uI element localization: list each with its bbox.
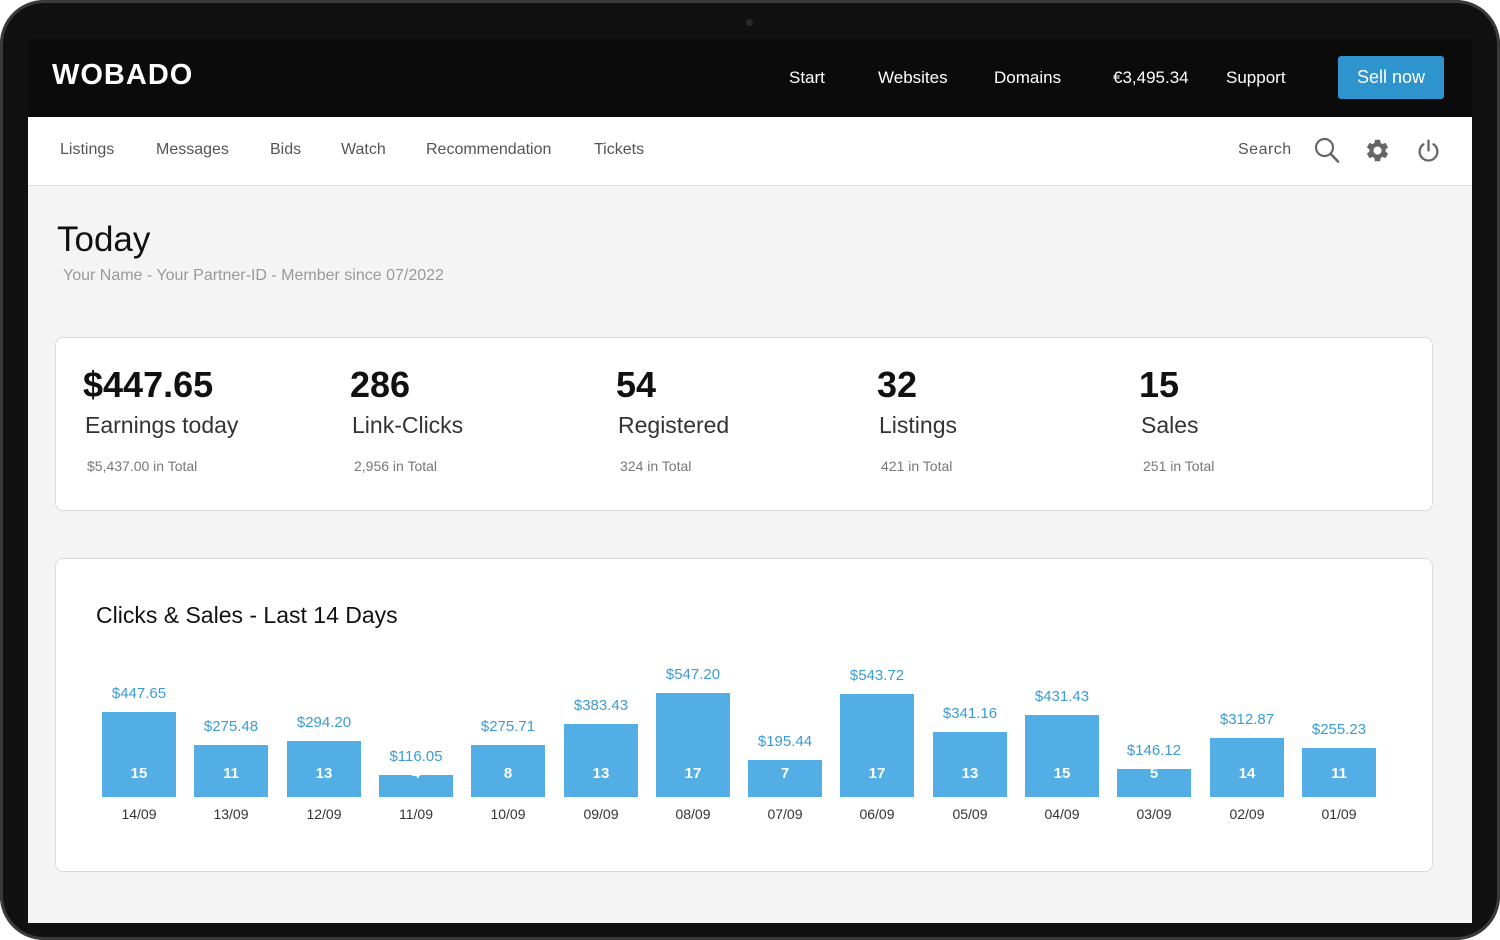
- bar-value-label: $195.44: [757, 733, 813, 750]
- stat-label: Link-Clicks: [352, 412, 464, 438]
- bar-value-label: $116.05: [389, 748, 443, 765]
- stat-total: 2,956 in Total: [354, 458, 438, 474]
- nav-websites[interactable]: Websites: [878, 68, 948, 88]
- search-icon[interactable]: [1314, 137, 1340, 164]
- logo[interactable]: WOBADO: [52, 59, 193, 92]
- subnav-messages[interactable]: Messages: [156, 141, 229, 159]
- camera-dot: [746, 19, 753, 26]
- bar-count-label: 5: [1149, 765, 1159, 782]
- nav-balance[interactable]: €3,495.34: [1113, 68, 1189, 88]
- subnav-watch[interactable]: Watch: [341, 141, 386, 159]
- bar-date-label: 13/09: [213, 806, 249, 822]
- stat-value: 32: [877, 364, 918, 405]
- bar-count-label: 15: [1053, 765, 1071, 782]
- subnav-recommendation[interactable]: Recommendation: [426, 141, 551, 159]
- sub-nav-bar: Listings Messages Bids Watch Recommendat…: [28, 117, 1472, 186]
- bar-value-label: $447.65: [111, 685, 167, 702]
- nav-domains[interactable]: Domains: [994, 68, 1061, 88]
- nav-start[interactable]: Start: [789, 68, 825, 88]
- screen: WOBADO Start Websites Domains €3,495.34 …: [28, 39, 1472, 923]
- bar-date-label: 03/09: [1136, 806, 1172, 822]
- device-frame: WOBADO Start Websites Domains €3,495.34 …: [0, 0, 1500, 940]
- stat-total: $5,437.00 in Total: [87, 458, 198, 474]
- bar-value-label: $294.20: [296, 714, 352, 731]
- stat-value: 54: [616, 364, 657, 405]
- subnav-tickets[interactable]: Tickets: [594, 141, 644, 159]
- bar-date-label: 07/09: [767, 806, 803, 822]
- subnav-bids[interactable]: Bids: [270, 141, 301, 159]
- bar-date-label: 08/09: [675, 806, 711, 822]
- top-bar: WOBADO Start Websites Domains €3,495.34 …: [28, 39, 1472, 117]
- bar-value-label: $146.12: [1126, 742, 1182, 759]
- page-subtitle: Your Name - Your Partner-ID - Member sin…: [63, 267, 444, 284]
- bar-date-label: 12/09: [306, 806, 342, 822]
- nav-support[interactable]: Support: [1226, 68, 1286, 88]
- stat-label: Registered: [618, 412, 730, 438]
- bar-date-label: 02/09: [1229, 806, 1265, 822]
- stat-value: 286: [350, 364, 411, 405]
- bar-count-label: 15: [130, 765, 148, 782]
- bar-date-label: 05/09: [952, 806, 988, 822]
- sell-now-button[interactable]: Sell now: [1338, 56, 1444, 99]
- bar-count-label: 13: [315, 765, 333, 782]
- gear-icon[interactable]: [1364, 137, 1391, 164]
- bar-value-label: $312.87: [1219, 711, 1275, 728]
- bar-value-label: $275.48: [203, 718, 259, 735]
- chart-title: Clicks & Sales - Last 14 Days: [96, 602, 398, 628]
- bar-count-label: 8: [503, 765, 513, 782]
- bar-value-label: $547.20: [665, 666, 721, 683]
- chart-bar[interactable]: [1025, 715, 1099, 797]
- bar-count-label: 11: [1331, 765, 1347, 782]
- stats-card: $447.65 Earnings today $5,437.00 in Tota…: [55, 337, 1433, 511]
- bar-date-label: 09/09: [583, 806, 619, 822]
- chart-bar[interactable]: [102, 712, 176, 797]
- bar-count-label: 13: [592, 765, 610, 782]
- page-title: Today: [57, 220, 151, 259]
- stat-label: Sales: [1141, 412, 1199, 438]
- bar-value-label: $383.43: [573, 697, 629, 714]
- bar-value-label: $341.16: [942, 705, 998, 722]
- bar-value-label: $275.71: [480, 718, 536, 735]
- power-icon[interactable]: [1416, 138, 1441, 164]
- stat-value: $447.65: [83, 364, 214, 405]
- stat-total: 251 in Total: [1143, 458, 1215, 474]
- stat-label: Listings: [879, 412, 957, 438]
- stat-label: Earnings today: [85, 412, 239, 438]
- bar-date-label: 04/09: [1044, 806, 1080, 822]
- bar-date-label: 10/09: [490, 806, 526, 822]
- stat-total: 324 in Total: [620, 458, 692, 474]
- stat-value: 15: [1139, 364, 1180, 405]
- bar-count-label: 17: [684, 765, 702, 782]
- bar-count-label: 13: [961, 765, 979, 782]
- bar-value-label: $543.72: [849, 667, 905, 684]
- stat-total: 421 in Total: [881, 458, 953, 474]
- bar-date-label: 06/09: [859, 806, 895, 822]
- chart-card: Clicks & Sales - Last 14 Days $447.65 15 1…: [55, 558, 1433, 872]
- subnav-listings[interactable]: Listings: [60, 141, 114, 159]
- bar-value-label: $431.43: [1034, 688, 1090, 705]
- bar-date-label: 11/09: [399, 806, 433, 822]
- bar-count-label: 4: [411, 765, 421, 782]
- bar-date-label: 14/09: [121, 806, 157, 822]
- chart-bar[interactable]: [564, 724, 638, 797]
- bar-count-label: 11: [223, 765, 239, 782]
- bar-date-label: 01/09: [1321, 806, 1357, 822]
- bar-count-label: 7: [780, 765, 790, 782]
- search-label[interactable]: Search: [1238, 141, 1292, 159]
- bar-count-label: 17: [868, 765, 886, 782]
- bar-count-label: 14: [1238, 765, 1256, 782]
- bar-value-label: $255.23: [1311, 721, 1367, 738]
